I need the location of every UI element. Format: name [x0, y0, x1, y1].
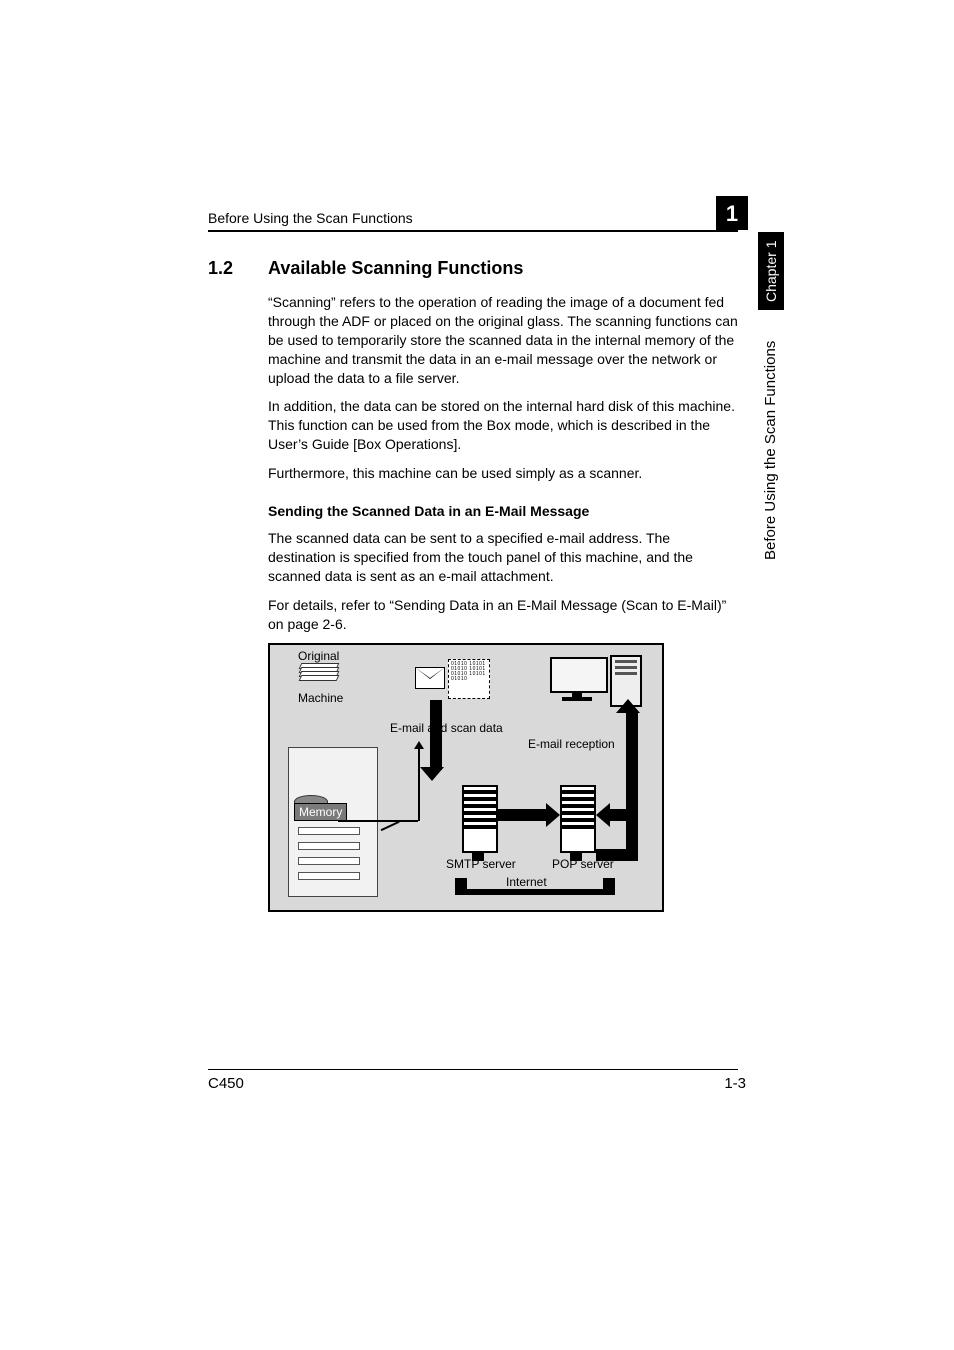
chapter-number-badge: 1 — [716, 196, 748, 230]
arrow-icon — [420, 767, 444, 781]
envelope-icon — [415, 667, 445, 689]
flow-arrow-icon — [472, 851, 484, 861]
diagram-label-internet: Internet — [506, 875, 547, 889]
diagram-label-email-reception: E-mail reception — [528, 737, 615, 751]
machine-icon — [288, 707, 378, 897]
flow-arrow-icon — [596, 849, 638, 861]
sub-heading: Sending the Scanned Data in an E-Mail Me… — [268, 503, 738, 519]
diagram-label-machine: Machine — [298, 691, 343, 705]
smtp-server-icon — [462, 785, 498, 853]
paragraph: In addition, the data can be stored on t… — [268, 397, 738, 454]
arrow-icon — [616, 699, 640, 713]
diagram-label-email-scan-data: E-mail and scan data — [390, 721, 503, 735]
paragraph: Furthermore, this machine can be used si… — [268, 464, 738, 483]
body-text: “Scanning” refers to the operation of re… — [268, 293, 738, 483]
flow-arrow-icon — [498, 809, 548, 821]
workflow-diagram: Original Machine Memory — [268, 643, 664, 912]
flow-arrow-icon — [430, 700, 442, 770]
flow-arrow-icon — [603, 878, 615, 890]
footer-model: C450 — [208, 1075, 244, 1092]
running-head: Before Using the Scan Functions — [208, 210, 738, 232]
flow-arrow-icon — [455, 889, 615, 895]
diagram-label-original: Original — [298, 649, 339, 663]
flow-arrow-icon — [608, 809, 628, 821]
monitor-icon — [550, 657, 604, 701]
arrow-icon — [414, 741, 424, 749]
section-heading: 1.2 Available Scanning Functions — [208, 258, 738, 279]
page: Before Using the Scan Functions 1 Chapte… — [0, 0, 954, 1350]
pop-server-icon — [560, 785, 596, 853]
side-section-label: Before Using the Scan Functions — [758, 320, 784, 580]
arrow-icon — [546, 803, 560, 827]
body-text: The scanned data can be sent to a specif… — [268, 529, 738, 633]
pages-icon — [300, 663, 346, 683]
content-area: 1.2 Available Scanning Functions “Scanni… — [208, 258, 738, 912]
flow-arrow-icon — [626, 711, 638, 849]
diagram-label-memory: Memory — [294, 803, 347, 821]
flow-arrow-icon — [570, 851, 582, 861]
footer-page-number: 1-3 — [724, 1075, 746, 1092]
footer-rule — [208, 1069, 738, 1070]
paragraph: For details, refer to “Sending Data in a… — [268, 596, 738, 634]
paragraph: “Scanning” refers to the operation of re… — [268, 293, 738, 387]
paragraph: The scanned data can be sent to a specif… — [268, 529, 738, 586]
binary-data-icon: 01010 10101 01010 10101 01010 10101 0101… — [448, 659, 490, 699]
section-title: Available Scanning Functions — [268, 258, 523, 279]
section-number: 1.2 — [208, 258, 248, 279]
chapter-tab: Chapter 1 — [758, 232, 784, 310]
